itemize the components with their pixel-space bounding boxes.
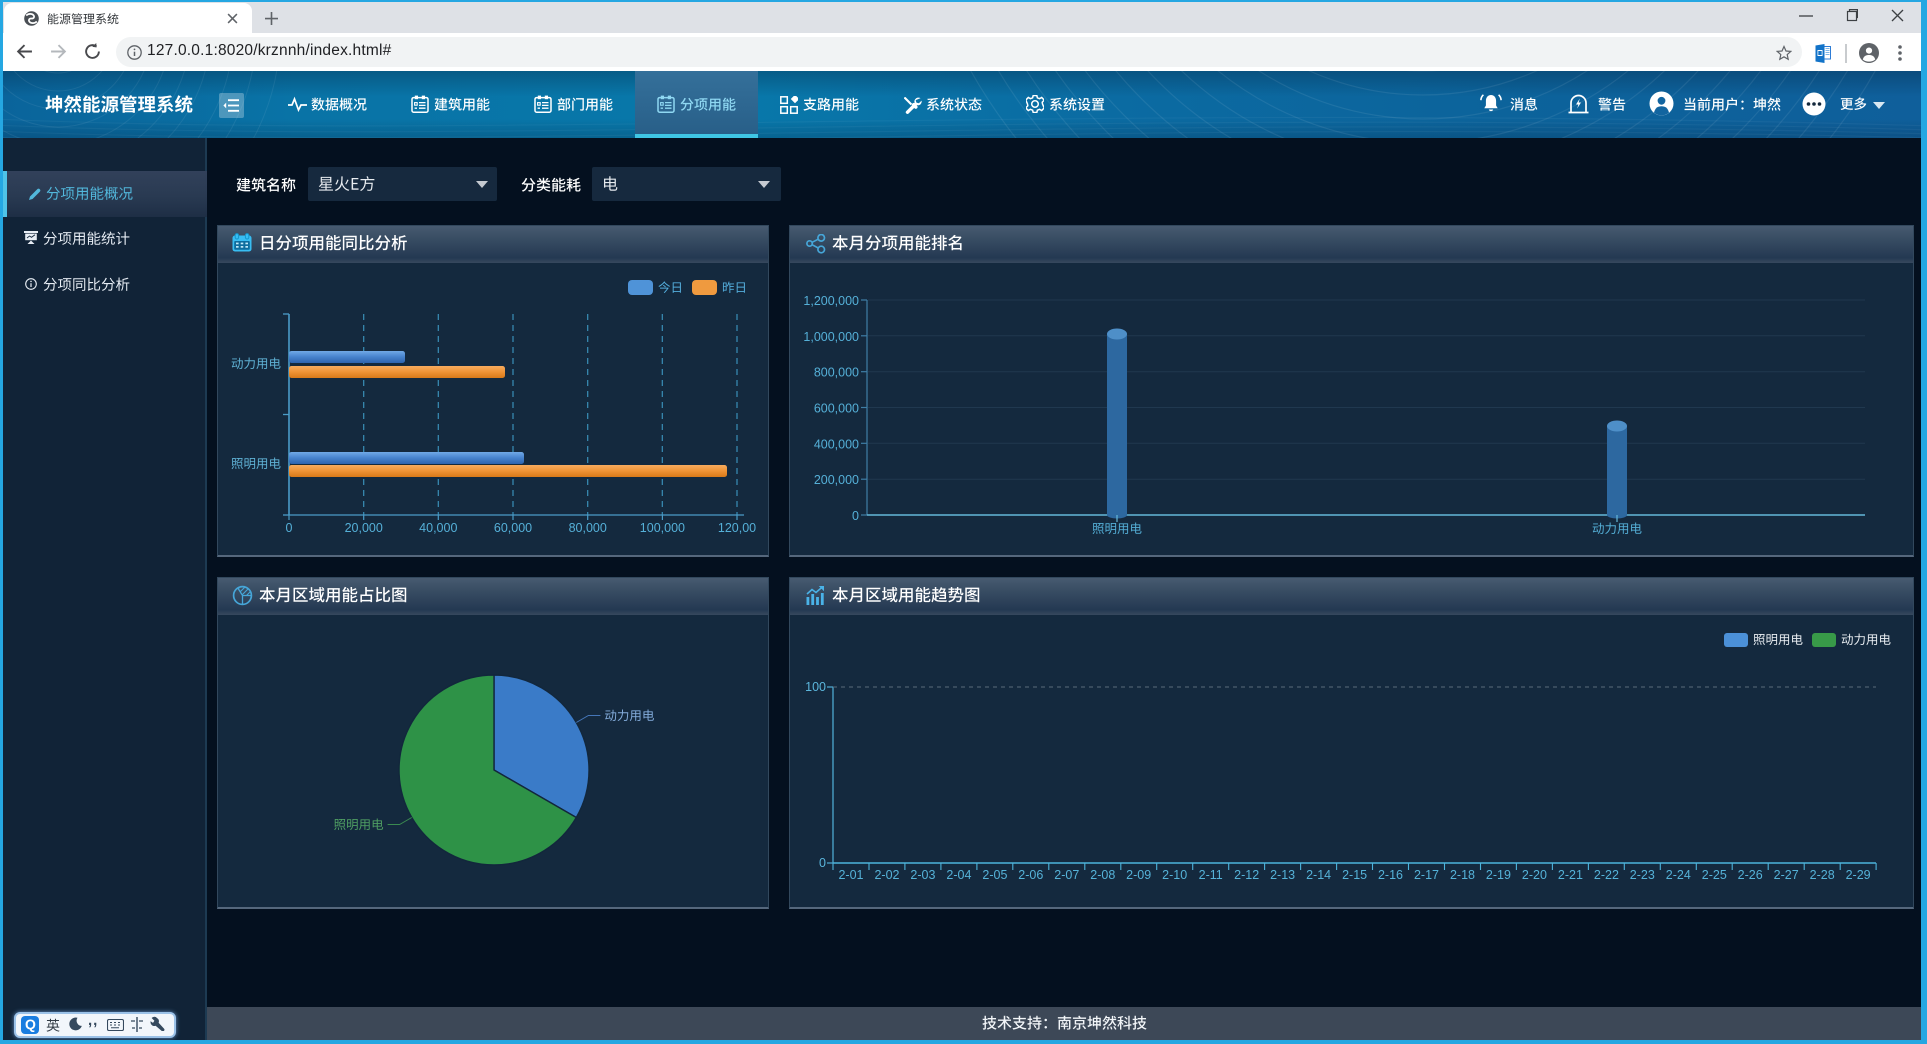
svg-text:0: 0 (286, 521, 293, 535)
svg-text:60,000: 60,000 (494, 521, 532, 535)
svg-text:2-16: 2-16 (1378, 868, 1403, 882)
svg-text:2-12: 2-12 (1234, 868, 1259, 882)
svg-text:2-18: 2-18 (1450, 868, 1475, 882)
svg-text:2-24: 2-24 (1666, 868, 1691, 882)
svg-text:100,000: 100,000 (640, 521, 685, 535)
svg-text:200,000: 200,000 (814, 473, 859, 487)
svg-text:40,000: 40,000 (419, 521, 457, 535)
svg-text:2-15: 2-15 (1342, 868, 1367, 882)
svg-text:800,000: 800,000 (814, 366, 859, 380)
svg-text:2-06: 2-06 (1018, 868, 1043, 882)
svg-text:2-20: 2-20 (1522, 868, 1547, 882)
svg-text:400,000: 400,000 (814, 437, 859, 451)
svg-text:600,000: 600,000 (814, 402, 859, 416)
svg-text:0: 0 (819, 856, 826, 870)
svg-text:120,00: 120,00 (718, 521, 756, 535)
svg-text:2-07: 2-07 (1054, 868, 1079, 882)
svg-text:2-05: 2-05 (982, 868, 1007, 882)
svg-text:2-21: 2-21 (1558, 868, 1583, 882)
svg-text:2-25: 2-25 (1702, 868, 1727, 882)
svg-text:2-09: 2-09 (1126, 868, 1151, 882)
svg-text:2-26: 2-26 (1738, 868, 1763, 882)
svg-text:0: 0 (852, 509, 859, 523)
svg-text:2-08: 2-08 (1090, 868, 1115, 882)
svg-text:20,000: 20,000 (345, 521, 383, 535)
svg-text:2-01: 2-01 (838, 868, 863, 882)
svg-text:2-02: 2-02 (874, 868, 899, 882)
svg-text:2-17: 2-17 (1414, 868, 1439, 882)
svg-text:2-22: 2-22 (1594, 868, 1619, 882)
svg-text:2-28: 2-28 (1810, 868, 1835, 882)
svg-text:100: 100 (805, 680, 826, 694)
svg-text:2-19: 2-19 (1486, 868, 1511, 882)
svg-text:2-27: 2-27 (1774, 868, 1799, 882)
svg-text:2-03: 2-03 (910, 868, 935, 882)
svg-text:80,000: 80,000 (569, 521, 607, 535)
svg-text:1,200,000: 1,200,000 (803, 294, 859, 308)
svg-text:2-14: 2-14 (1306, 868, 1331, 882)
svg-text:2-23: 2-23 (1630, 868, 1655, 882)
svg-text:2-10: 2-10 (1162, 868, 1187, 882)
svg-text:2-11: 2-11 (1199, 868, 1223, 882)
svg-text:1,000,000: 1,000,000 (803, 330, 859, 344)
svg-text:2-29: 2-29 (1846, 868, 1871, 882)
svg-text:2-13: 2-13 (1270, 868, 1295, 882)
svg-text:2-04: 2-04 (946, 868, 971, 882)
